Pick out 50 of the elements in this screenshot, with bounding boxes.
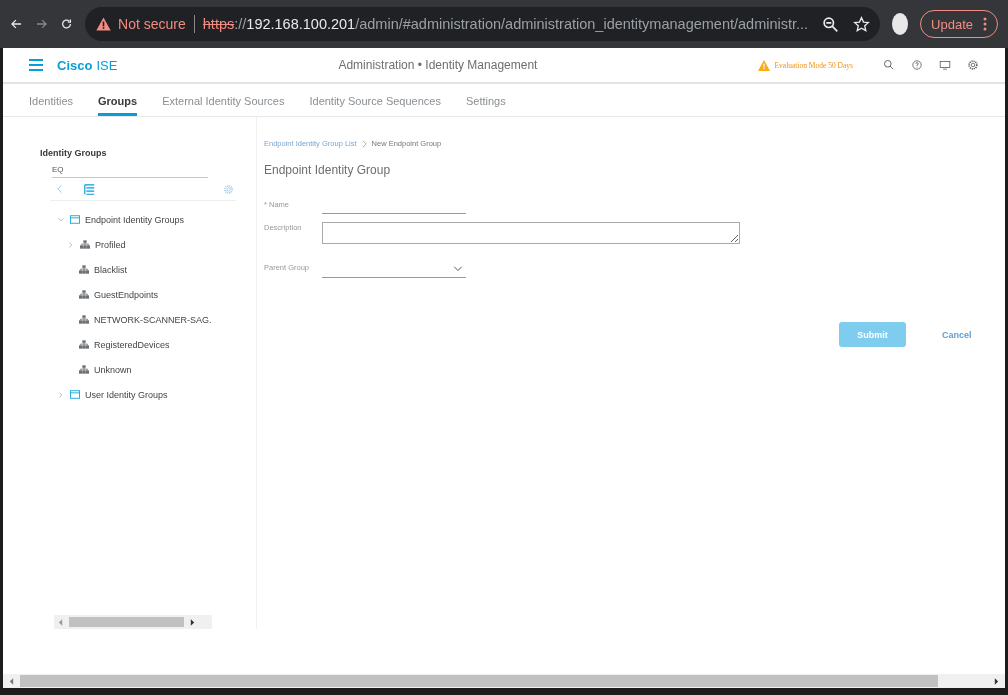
settings-icon[interactable]	[967, 59, 979, 71]
scrollbar[interactable]	[3, 674, 1005, 688]
folder-icon	[70, 390, 80, 399]
security-label: Not secure	[118, 16, 186, 32]
tree-item[interactable]: Unknown	[94, 364, 132, 375]
hierarchy-icon	[80, 240, 90, 249]
chevron-icon[interactable]	[57, 215, 65, 224]
chevron-icon[interactable]	[57, 390, 65, 399]
menu-icon[interactable]	[29, 59, 43, 71]
tree-item[interactable]: User Identity Groups	[85, 389, 168, 400]
chevron-icon[interactable]	[453, 266, 463, 272]
page-title: Administration • Identity Management	[337, 58, 539, 72]
product-name: ISE	[96, 57, 118, 73]
zoom-icon[interactable]	[822, 15, 840, 33]
tree-item[interactable]: RegisteredDevices	[94, 339, 170, 350]
tree-item[interactable]: GuestEndpoints	[94, 289, 159, 300]
chevron-icon[interactable]	[67, 240, 75, 249]
scroll-right-icon[interactable]	[190, 618, 195, 626]
form-title: Endpoint Identity Group	[264, 163, 392, 177]
tab[interactable]: Groups	[98, 84, 138, 116]
scroll-right-icon[interactable]	[994, 677, 999, 685]
scrollbar[interactable]	[54, 615, 212, 629]
panel-title: Identity Groups	[40, 148, 108, 158]
hierarchy-icon	[79, 340, 89, 349]
description-field[interactable]	[322, 222, 740, 244]
brand-name: Cisco	[57, 57, 93, 73]
more-icon[interactable]	[983, 17, 987, 31]
scroll-left-icon[interactable]	[58, 618, 63, 626]
hierarchy-icon	[79, 365, 89, 374]
scroll-left-icon[interactable]	[9, 677, 14, 685]
warning-icon	[758, 59, 771, 71]
tree-item[interactable]: Blacklist	[94, 264, 127, 275]
hierarchy-icon	[79, 265, 89, 274]
warning-icon	[95, 16, 113, 32]
url-text: https://192.168.100.201/admin/#administration/administration_identitymanagement/administr...	[202, 16, 809, 32]
folder-icon	[70, 215, 80, 224]
address-bar[interactable]: Not secure https://192.168.100.201/admin/#administration/administration_identitymanagement/administr...	[85, 7, 881, 41]
hierarchy-icon	[79, 290, 89, 299]
help-icon[interactable]	[911, 59, 923, 71]
tree-item[interactable]: Profiled	[95, 239, 126, 250]
monitor-icon[interactable]	[939, 59, 951, 71]
profile-avatar[interactable]	[892, 13, 909, 35]
tree-item[interactable]: Endpoint Identity Groups	[85, 214, 185, 225]
tab[interactable]: Settings	[465, 84, 506, 116]
hierarchy-icon	[79, 315, 89, 324]
tree-item[interactable]: NETWORK-SCANNER-SAG.	[94, 314, 212, 325]
tree-view-icon[interactable]	[84, 183, 95, 195]
chevron-icon	[361, 139, 367, 148]
star-icon[interactable]	[853, 15, 871, 33]
search-icon[interactable]	[883, 59, 895, 71]
